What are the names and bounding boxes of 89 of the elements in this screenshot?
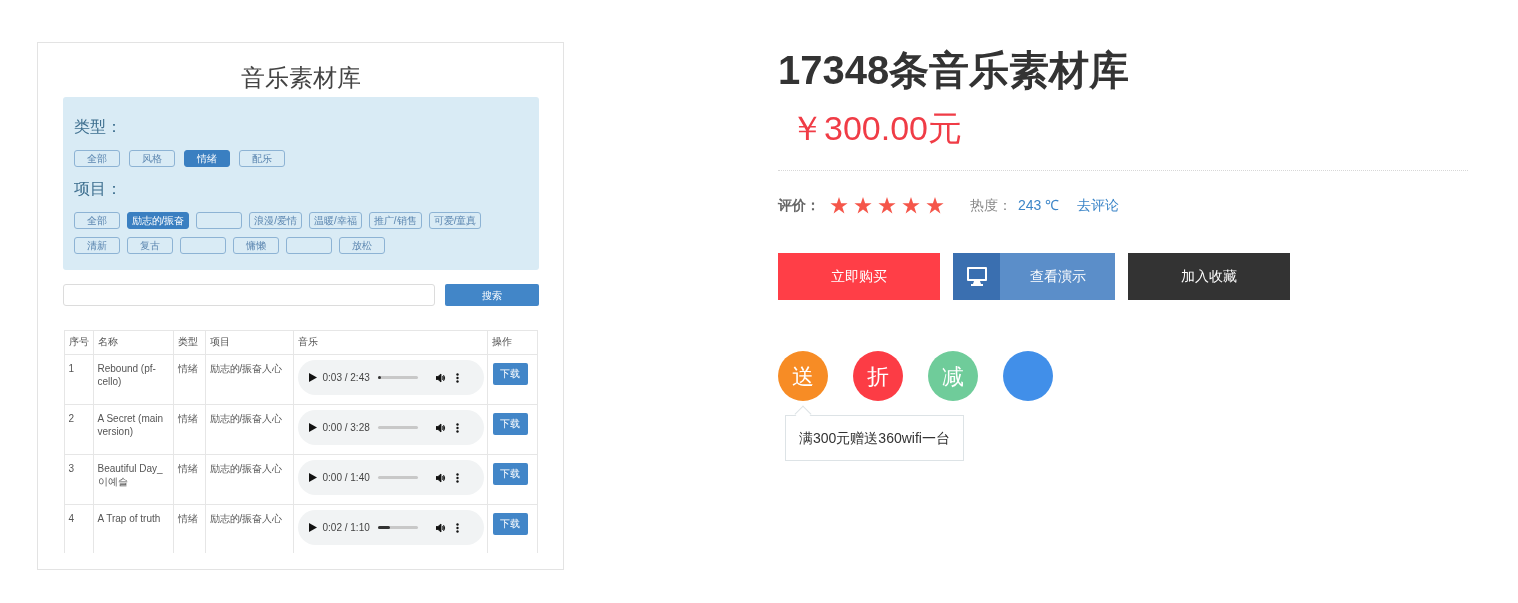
filter-button[interactable]: 推广/销售 xyxy=(368,212,422,229)
app-title: 音乐素材库 xyxy=(240,63,361,93)
audio-player[interactable]: 0:02 / 1:10 xyxy=(297,510,484,545)
download-button[interactable]: 下载 xyxy=(492,362,528,385)
promo-badge[interactable] xyxy=(1003,351,1053,401)
search-field[interactable] xyxy=(62,284,435,306)
time-text: 0:00 / 3:28 xyxy=(322,421,370,435)
play-icon[interactable] xyxy=(308,523,317,532)
table-cell: 3 xyxy=(68,462,75,475)
filter-button[interactable]: 风格 xyxy=(128,150,175,167)
volume-icon[interactable] xyxy=(435,472,446,483)
filter-button[interactable]: 放松 xyxy=(338,237,385,254)
more-icon[interactable] xyxy=(455,422,459,433)
filter-button[interactable]: 浪漫/爱情 xyxy=(249,212,303,229)
progress-track[interactable] xyxy=(377,476,418,479)
star-icon xyxy=(830,196,848,214)
table-cell: 情绪 xyxy=(177,362,198,375)
time-text: 0:00 / 1:40 xyxy=(322,471,370,485)
filter-button[interactable]: 励志的/振奋 xyxy=(126,212,190,229)
volume-icon[interactable] xyxy=(435,522,446,533)
more-icon[interactable] xyxy=(455,372,459,383)
download-button[interactable]: 下载 xyxy=(492,512,528,535)
promo-badge[interactable]: 减 xyxy=(928,351,978,401)
product-title: 17348条音乐素材库 xyxy=(778,47,1131,94)
more-icon[interactable] xyxy=(455,472,459,483)
table-cell: 励志的/振奋人心 xyxy=(209,412,283,425)
more-icon[interactable] xyxy=(455,522,459,533)
time-text: 0:03 / 2:43 xyxy=(322,371,370,385)
filter-button[interactable]: 配乐 xyxy=(238,150,285,167)
table-cell-text: Rebound (pf-cello) xyxy=(97,362,157,388)
heat-value: 243 ℃ xyxy=(1018,195,1060,215)
table-cell: A Trap of truth xyxy=(97,512,161,525)
progress-track[interactable] xyxy=(377,526,418,529)
table-cell: 2 xyxy=(68,412,75,425)
filter-button[interactable]: 清新 xyxy=(73,237,120,254)
table-cell-text: Beautiful Day_ 이예슬 xyxy=(97,462,164,488)
play-icon[interactable] xyxy=(308,423,317,432)
audio-player[interactable]: 0:00 / 3:28 xyxy=(297,410,484,445)
monitor-icon xyxy=(966,267,987,286)
promo-tooltip: 满300元赠送360wifi一台 xyxy=(785,415,964,461)
progress-track[interactable] xyxy=(377,426,418,429)
table-cell: 情绪 xyxy=(177,412,198,425)
column-header: 类型 xyxy=(177,336,198,348)
volume-icon[interactable] xyxy=(435,422,446,433)
filter-button[interactable]: 全部 xyxy=(73,150,120,167)
column-header: 音乐 xyxy=(297,336,318,348)
filter-button[interactable]: 复古 xyxy=(126,237,173,254)
promo-badge[interactable]: 送 xyxy=(778,351,828,401)
table-cell: 情绪 xyxy=(177,462,198,475)
review-link[interactable]: 去评论 xyxy=(1077,194,1120,216)
progress-track[interactable] xyxy=(377,376,418,379)
demo-button[interactable]: 查看演示 xyxy=(953,253,1115,300)
play-icon[interactable] xyxy=(308,473,317,482)
star-icon xyxy=(926,196,944,214)
table-cell: 励志的/振奋人心 xyxy=(209,462,283,475)
star-icon xyxy=(854,196,872,214)
promo-badge[interactable]: 折 xyxy=(853,351,903,401)
download-button[interactable]: 下载 xyxy=(492,412,528,435)
table-cell: 1 xyxy=(68,362,75,375)
star-icon xyxy=(902,196,920,214)
rating-label: 评价： xyxy=(778,195,820,215)
table-cell: 励志的/振奋人心 xyxy=(209,362,283,375)
table-cell: 励志的/振奋人心 xyxy=(209,512,283,525)
audio-player[interactable]: 0:03 / 2:43 xyxy=(297,360,484,395)
filter-button[interactable]: 温暖/幸福 xyxy=(309,212,362,229)
filter-label: 项目： xyxy=(73,179,123,199)
filter-label: 类型： xyxy=(73,117,123,137)
table-cell: 情绪 xyxy=(177,512,198,525)
play-icon[interactable] xyxy=(308,373,317,382)
star-icon xyxy=(878,196,896,214)
filter-button[interactable]: 慵懒 xyxy=(232,237,279,254)
table-cell: 4 xyxy=(68,512,75,525)
column-header: 名称 xyxy=(97,336,118,348)
audio-player[interactable]: 0:00 / 1:40 xyxy=(297,460,484,495)
time-text: 0:02 / 1:10 xyxy=(322,521,370,535)
buy-button[interactable]: 立即购买 xyxy=(778,253,940,300)
download-button[interactable]: 下载 xyxy=(492,462,528,485)
heat-label: 热度： xyxy=(970,195,1012,215)
search-button[interactable]: 搜索 xyxy=(444,284,539,306)
filter-button[interactable]: 情绪 xyxy=(183,150,230,167)
column-header: 操作 xyxy=(491,336,512,348)
column-header: 项目 xyxy=(209,336,230,348)
volume-icon[interactable] xyxy=(435,372,446,383)
filter-button[interactable]: 全部 xyxy=(73,212,120,229)
price: ￥300.00元 xyxy=(790,108,963,149)
filter-button[interactable]: 可爱/童真 xyxy=(428,212,482,229)
table-cell-text: A Secret (main version) xyxy=(97,412,165,438)
favorite-button[interactable]: 加入收藏 xyxy=(1128,253,1290,300)
column-header: 序号 xyxy=(68,336,89,348)
